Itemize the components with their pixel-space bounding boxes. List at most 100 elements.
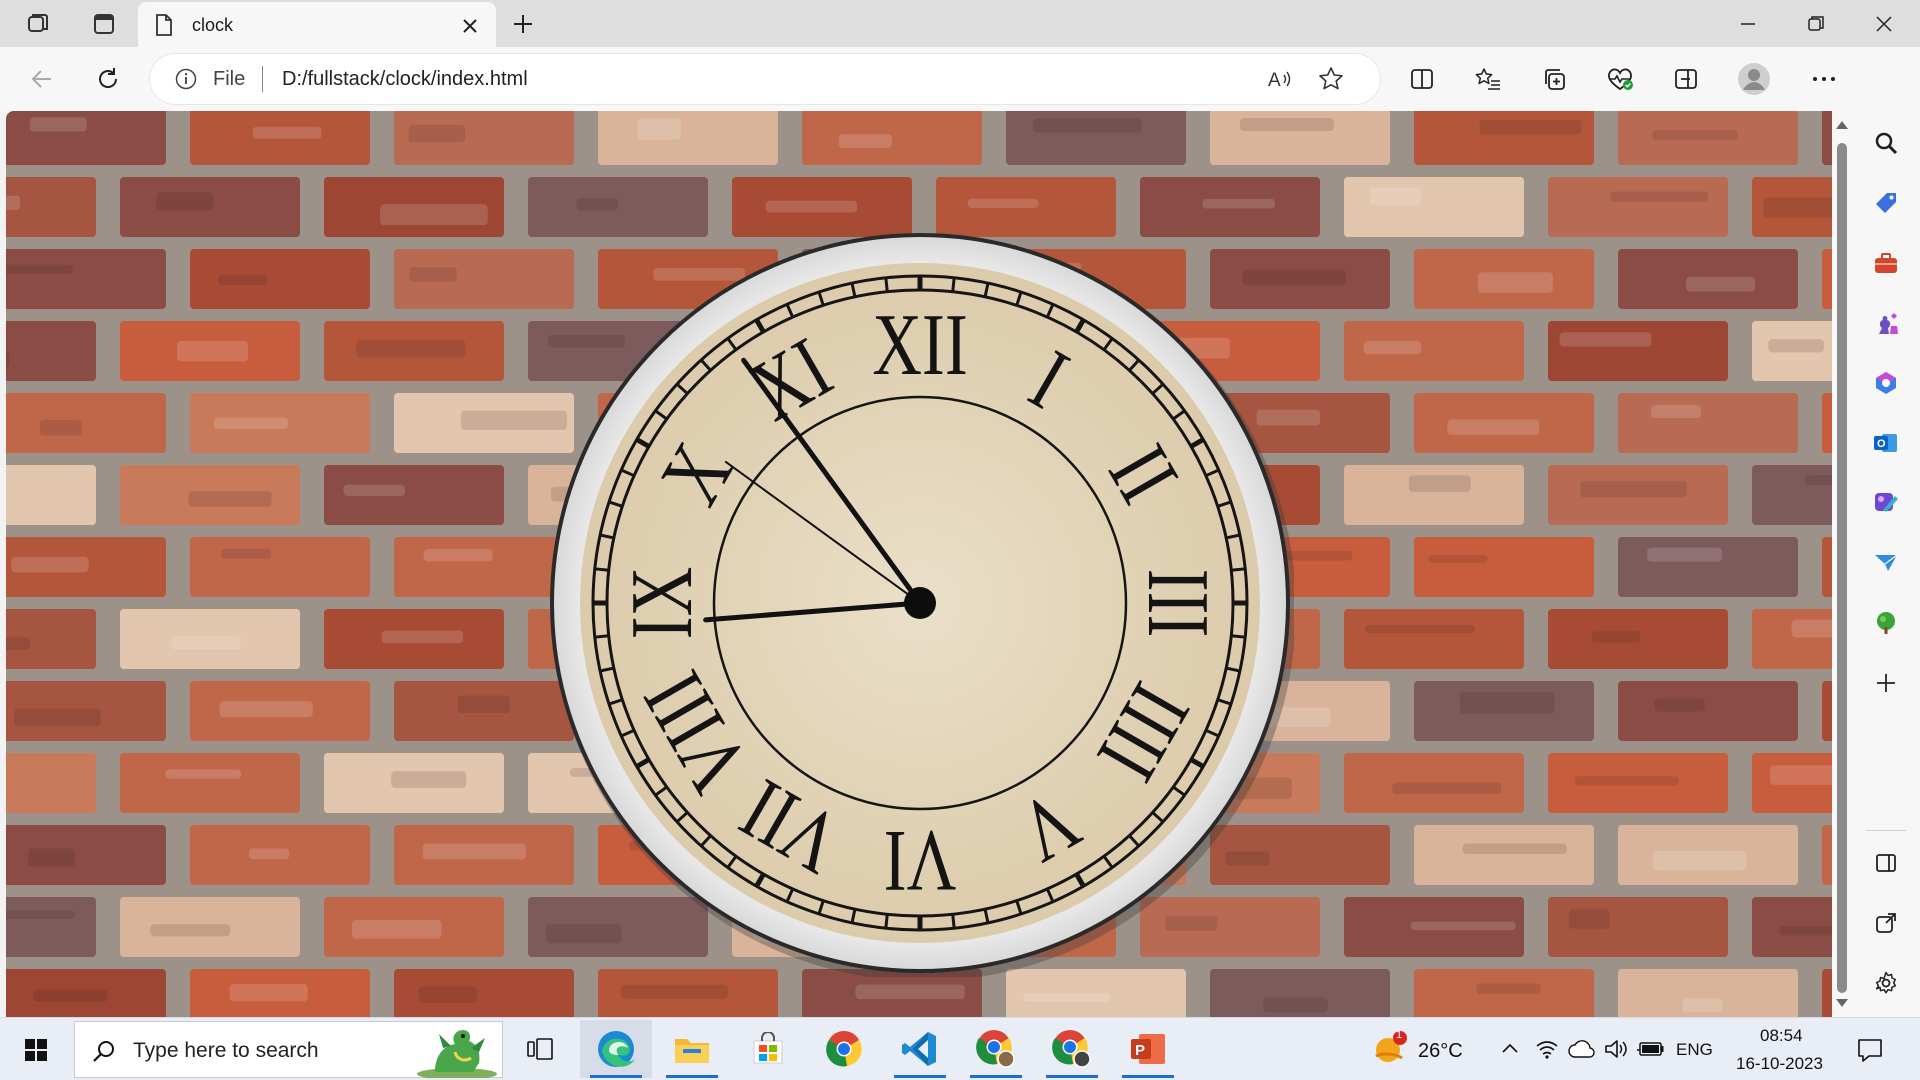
split-screen-icon[interactable] [1402, 61, 1442, 97]
volume-icon[interactable] [1602, 1036, 1632, 1062]
minute-tick [594, 567, 609, 572]
page-icon [152, 13, 176, 37]
minute-tick [594, 634, 609, 639]
running-indicator [970, 1075, 1022, 1078]
taskbar-edge[interactable] [580, 1020, 652, 1078]
close-window-icon[interactable] [1864, 8, 1904, 40]
tools-briefcase-icon[interactable] [1868, 245, 1904, 281]
microsoft-365-icon[interactable] [1868, 365, 1904, 401]
minimize-icon[interactable] [1728, 8, 1768, 40]
taskbar-chrome-profile-2[interactable] [1036, 1020, 1108, 1078]
brick [598, 111, 778, 165]
brick [1822, 825, 1832, 885]
favorite-star-icon[interactable] [1315, 64, 1347, 94]
favorites-icon[interactable] [1468, 61, 1508, 97]
battery-icon[interactable] [1636, 1036, 1666, 1062]
roman-numeral: VI [884, 812, 957, 910]
brick [1548, 177, 1728, 237]
refresh-icon[interactable] [88, 61, 128, 97]
brick [6, 897, 96, 957]
taskbar-store[interactable] [732, 1020, 804, 1078]
store-icon [732, 1020, 804, 1078]
vscode-icon [884, 1020, 956, 1078]
running-indicator [1046, 1075, 1098, 1078]
brick [1344, 177, 1524, 237]
windows-taskbar: Type here to search P 1 26°C ENG 08:54 1… [0, 1017, 1920, 1080]
scroll-down-icon[interactable] [1836, 999, 1848, 1007]
show-hidden-icons-chevron-icon[interactable] [1498, 1036, 1522, 1060]
roman-numeral: XII [872, 296, 968, 394]
address-url[interactable]: D:/fullstack/clock/index.html [282, 68, 528, 91]
restore-icon[interactable] [1796, 8, 1836, 40]
more-options-icon[interactable] [1804, 61, 1844, 97]
taskbar-search-icon [89, 1036, 119, 1066]
address-scheme: File [213, 68, 246, 90]
tree-icon[interactable] [1868, 605, 1904, 641]
brick [802, 111, 982, 165]
edge-sidebar: O [1852, 47, 1920, 1017]
address-bar[interactable]: File D:/fullstack/clock/index.html A [150, 54, 1380, 104]
sidebar-settings-icon[interactable] [1868, 965, 1904, 1001]
shopping-tag-icon[interactable] [1868, 185, 1904, 221]
svg-text:A: A [1268, 70, 1281, 91]
weather-temperature[interactable]: 26°C [1418, 1040, 1463, 1063]
taskbar-search-box[interactable]: Type here to search [74, 1021, 503, 1078]
designer-icon[interactable] [1868, 485, 1904, 521]
minute-tick [884, 277, 889, 292]
page-scrollbar[interactable] [1832, 111, 1852, 1017]
scroll-thumb[interactable] [1837, 143, 1847, 993]
tab-strip: clock [0, 0, 1920, 47]
taskbar-chrome[interactable] [808, 1020, 880, 1078]
new-tab-icon[interactable] [505, 8, 541, 40]
workspaces-icon[interactable] [18, 8, 58, 40]
info-icon[interactable] [174, 67, 198, 91]
clock-date[interactable]: 16-10-2023 [1736, 1054, 1823, 1074]
vertical-tabs-icon[interactable] [84, 8, 124, 40]
taskbar-file-explorer[interactable] [656, 1020, 728, 1078]
taskbar-chrome-profile-1[interactable] [960, 1020, 1032, 1078]
brick [1344, 609, 1524, 669]
brick [1344, 465, 1524, 525]
onedrive-cloud-icon[interactable] [1566, 1036, 1598, 1062]
brick [190, 537, 370, 597]
clock-time[interactable]: 08:54 [1760, 1026, 1803, 1046]
brick [1822, 249, 1832, 309]
performance-icon[interactable] [1666, 61, 1706, 97]
task-view-button[interactable] [504, 1020, 576, 1078]
taskbar-vscode[interactable] [884, 1020, 956, 1078]
input-language[interactable]: ENG [1676, 1040, 1713, 1060]
wifi-icon[interactable] [1532, 1036, 1562, 1062]
active-indicator [590, 1075, 642, 1078]
brick [6, 249, 166, 309]
games-chess-icon[interactable] [1868, 305, 1904, 341]
brick [1822, 111, 1832, 165]
notification-center-icon[interactable] [1850, 1034, 1890, 1066]
tab-clock[interactable]: clock [138, 2, 496, 47]
browser-essentials-icon[interactable] [1600, 61, 1640, 97]
edge-icon [580, 1020, 652, 1078]
running-indicator [666, 1075, 718, 1078]
search-highlight-dragon-icon [405, 1022, 501, 1078]
drop-send-icon[interactable] [1868, 545, 1904, 581]
address-divider [262, 66, 263, 92]
add-sidebar-item-icon[interactable] [1868, 665, 1904, 701]
outlook-icon[interactable]: O [1868, 425, 1904, 461]
start-windows-icon[interactable] [0, 1018, 72, 1080]
running-indicator [1122, 1075, 1174, 1078]
close-tab-icon[interactable] [458, 14, 482, 38]
collections-icon[interactable] [1534, 61, 1574, 97]
scroll-up-icon[interactable] [1836, 121, 1848, 129]
brick [6, 321, 96, 381]
back-icon[interactable] [22, 61, 62, 97]
sidebar-search-icon[interactable] [1868, 125, 1904, 161]
running-indicator [894, 1075, 946, 1078]
taskbar-powerpoint[interactable]: P [1112, 1020, 1184, 1078]
read-aloud-icon[interactable]: A [1265, 64, 1297, 94]
minute-tick [951, 277, 956, 292]
open-external-icon[interactable] [1868, 905, 1904, 941]
sidebar-divider [1866, 830, 1906, 831]
hide-sidebar-icon[interactable] [1868, 845, 1904, 881]
clock: XII IIIIIIIIIIVVIVIIVIIIIXXXI [550, 233, 1294, 977]
brick [6, 465, 96, 525]
profile-avatar-icon[interactable] [1734, 59, 1774, 99]
